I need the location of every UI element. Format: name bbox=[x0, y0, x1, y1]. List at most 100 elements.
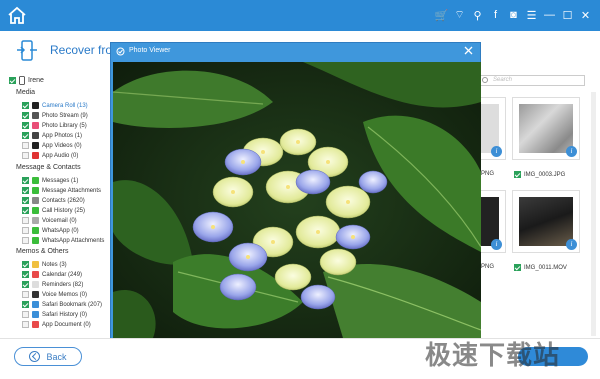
category-checkbox[interactable] bbox=[22, 321, 29, 328]
sidebar-item[interactable]: App Document (0) bbox=[22, 320, 91, 329]
thumbnail-checkbox[interactable] bbox=[514, 171, 521, 178]
sidebar-item-label: WhatsApp (0) bbox=[42, 227, 79, 234]
sidebar-item-label: Safari History (0) bbox=[42, 311, 88, 318]
minimize-icon[interactable]: — bbox=[543, 7, 556, 23]
category-checkbox[interactable] bbox=[22, 197, 29, 204]
sidebar-item-label: Contacts (2620) bbox=[42, 197, 85, 204]
sidebar-item[interactable]: Voice Memos (0) bbox=[22, 290, 87, 299]
menu-icon[interactable]: ☰ bbox=[525, 7, 538, 23]
thumbnail-caption: IMG_0003.JPG bbox=[514, 171, 565, 178]
category-checkbox[interactable] bbox=[22, 132, 29, 139]
category-checkbox[interactable] bbox=[22, 237, 29, 244]
window-controls: 🛒 ⌔ ⚲ f ◙ ☰ — ☐ ✕ bbox=[435, 7, 592, 23]
section-title: Memos & Others bbox=[16, 248, 69, 255]
hydrangea-photo bbox=[113, 62, 481, 338]
reminders-icon bbox=[32, 281, 39, 288]
sidebar-item[interactable]: Messages (1) bbox=[22, 176, 78, 185]
back-arrow-icon bbox=[29, 351, 41, 362]
app-videos-icon bbox=[32, 142, 39, 149]
sidebar-item[interactable]: Notes (3) bbox=[22, 260, 67, 269]
category-checkbox[interactable] bbox=[22, 227, 29, 234]
facebook-icon[interactable]: f bbox=[489, 7, 502, 23]
category-checkbox[interactable] bbox=[22, 311, 29, 318]
sidebar-item-label: Voicemail (0) bbox=[42, 217, 77, 224]
maximize-icon[interactable]: ☐ bbox=[561, 7, 574, 23]
info-icon[interactable]: i bbox=[566, 239, 577, 250]
home-icon[interactable] bbox=[6, 5, 28, 26]
category-checkbox[interactable] bbox=[22, 261, 29, 268]
voice-memos-icon bbox=[32, 291, 39, 298]
grid-scrollbar[interactable] bbox=[591, 92, 596, 336]
sidebar-item[interactable]: Call History (25) bbox=[22, 206, 85, 215]
sidebar-item[interactable]: Contacts (2620) bbox=[22, 196, 85, 205]
category-checkbox[interactable] bbox=[22, 217, 29, 224]
sidebar-item-label: Photo Library (5) bbox=[42, 122, 87, 129]
device-name: Irene bbox=[28, 77, 44, 84]
thumbnail-card[interactable]: i bbox=[480, 97, 506, 160]
photo-viewer-dialog: Photo Viewer bbox=[110, 42, 482, 365]
device-checkbox[interactable] bbox=[9, 77, 16, 84]
safari-history-icon bbox=[32, 311, 39, 318]
category-checkbox[interactable] bbox=[22, 102, 29, 109]
thumbnail-card[interactable]: i bbox=[480, 190, 506, 253]
sidebar-item[interactable]: Photo Stream (9) bbox=[22, 111, 88, 120]
sidebar-item[interactable]: Photo Library (5) bbox=[22, 121, 87, 130]
sidebar-item[interactable]: Safari History (0) bbox=[22, 310, 87, 319]
back-label: Back bbox=[46, 351, 67, 362]
device-row[interactable]: Irene bbox=[9, 76, 44, 85]
thumbnail-checkbox[interactable] bbox=[514, 264, 521, 271]
back-button[interactable]: Back bbox=[14, 347, 82, 366]
category-checkbox[interactable] bbox=[22, 122, 29, 129]
category-checkbox[interactable] bbox=[22, 142, 29, 149]
key-icon[interactable]: ⚲ bbox=[471, 7, 484, 23]
thumbnail-card[interactable]: i bbox=[512, 97, 580, 160]
search-input[interactable]: Search bbox=[478, 75, 585, 86]
section-title: Message & Contacts bbox=[16, 164, 81, 171]
info-icon[interactable]: i bbox=[491, 239, 502, 250]
thumbnail-card[interactable]: i bbox=[512, 190, 580, 253]
sidebar-item[interactable]: WhatsApp Attachments bbox=[22, 236, 104, 245]
sidebar-item[interactable]: Message Attachments bbox=[22, 186, 101, 195]
category-checkbox[interactable] bbox=[22, 152, 29, 159]
sidebar-item-label: App Document (0) bbox=[42, 321, 91, 328]
info-icon[interactable]: i bbox=[566, 146, 577, 157]
contacts-icon bbox=[32, 197, 39, 204]
thumbnail-caption: PNG bbox=[481, 171, 495, 177]
photo-preview bbox=[113, 62, 481, 338]
phone-icon bbox=[19, 76, 25, 85]
messages-icon bbox=[32, 177, 39, 184]
category-checkbox[interactable] bbox=[22, 177, 29, 184]
sidebar-item[interactable]: Calendar (249) bbox=[22, 270, 82, 279]
category-checkbox[interactable] bbox=[22, 291, 29, 298]
category-checkbox[interactable] bbox=[22, 207, 29, 214]
category-checkbox[interactable] bbox=[22, 301, 29, 308]
cart-icon[interactable]: 🛒 bbox=[435, 7, 449, 23]
app-audio-icon bbox=[32, 152, 39, 159]
sidebar-item-label: App Photos (1) bbox=[42, 132, 83, 139]
sidebar-item-label: Photo Stream (9) bbox=[42, 112, 88, 119]
chat-icon[interactable]: ◙ bbox=[507, 7, 520, 23]
info-icon[interactable]: i bbox=[491, 146, 502, 157]
close-icon[interactable]: ✕ bbox=[579, 7, 592, 23]
sidebar-item-label: Calendar (249) bbox=[42, 271, 83, 278]
section-title: Media bbox=[16, 89, 36, 96]
call-history-icon bbox=[32, 207, 39, 214]
category-checkbox[interactable] bbox=[22, 281, 29, 288]
sidebar-item[interactable]: App Videos (0) bbox=[22, 141, 82, 150]
app-document-icon bbox=[32, 321, 39, 328]
viewer-close-icon[interactable] bbox=[463, 45, 474, 56]
sidebar-item[interactable]: Voicemail (0) bbox=[22, 216, 77, 225]
sidebar-item-label: Messages (1) bbox=[42, 177, 79, 184]
wifi-icon[interactable]: ⌔ bbox=[453, 7, 466, 23]
notes-icon bbox=[32, 261, 39, 268]
category-checkbox[interactable] bbox=[22, 271, 29, 278]
sidebar-item-label: Notes (3) bbox=[42, 261, 67, 268]
sidebar-item[interactable]: App Audio (0) bbox=[22, 151, 78, 160]
sidebar-item[interactable]: Reminders (82) bbox=[22, 280, 83, 289]
sidebar-item[interactable]: Safari Bookmark (207) bbox=[22, 300, 102, 309]
sidebar-item[interactable]: Camera Roll (13) bbox=[22, 101, 88, 110]
category-checkbox[interactable] bbox=[22, 112, 29, 119]
sidebar-item[interactable]: WhatsApp (0) bbox=[22, 226, 79, 235]
sidebar-item[interactable]: App Photos (1) bbox=[22, 131, 82, 140]
category-checkbox[interactable] bbox=[22, 187, 29, 194]
